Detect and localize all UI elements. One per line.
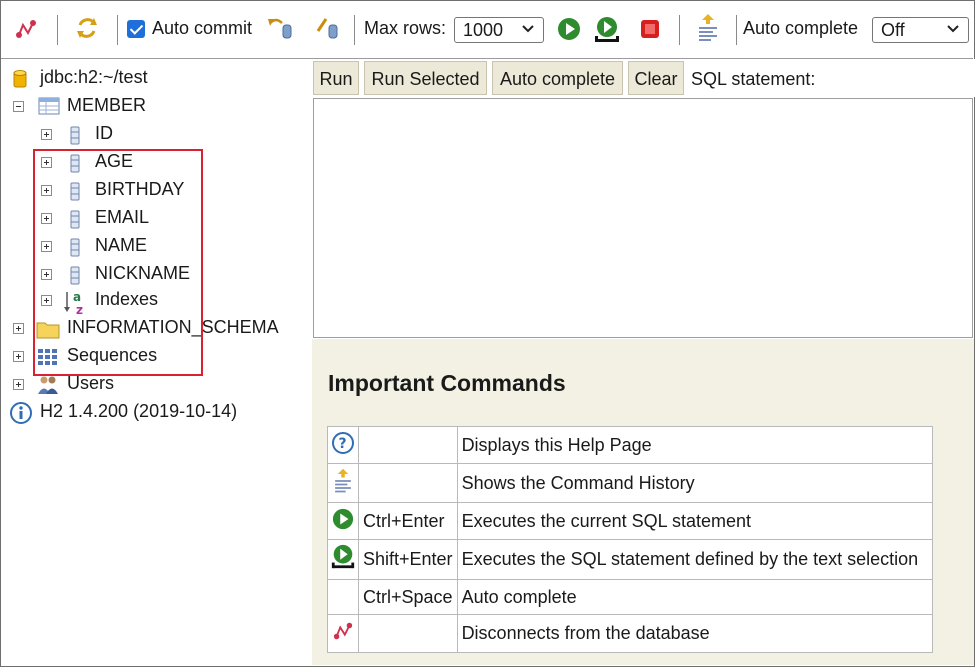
history-icon[interactable] [332, 467, 354, 500]
command-description: Auto complete [456, 579, 933, 615]
run-selected-button[interactable]: Run Selected [364, 61, 487, 95]
command-icon-cell [327, 614, 359, 653]
auto-complete-value: Off [881, 20, 905, 40]
selection-highlight-box [33, 149, 203, 376]
max-rows-value: 1000 [463, 20, 504, 40]
users-label: Users [67, 373, 115, 393]
svg-text:?: ? [339, 436, 347, 452]
command-row: Ctrl+Space Auto complete [327, 579, 933, 615]
command-icon-cell: ? [327, 426, 359, 464]
command-row: ? Displays this Help Page [327, 426, 933, 464]
auto-complete-select[interactable]: Off [872, 17, 969, 43]
run-icon[interactable] [332, 508, 354, 535]
expand-toggle[interactable] [13, 323, 24, 334]
run-selected-icon[interactable] [330, 543, 356, 576]
run-button[interactable]: Run [313, 61, 359, 95]
stop-icon[interactable] [639, 18, 661, 40]
command-description: Executes the current SQL statement [456, 502, 933, 540]
version-label: H2 1.4.200 (2019-10-14) [40, 401, 238, 421]
command-row: Ctrl+Enter Executes the current SQL state… [327, 502, 933, 540]
sql-editor[interactable] [313, 98, 973, 338]
toolbar-separator [354, 15, 355, 45]
chevron-down-icon [522, 25, 534, 33]
auto-complete-label: Auto complete [743, 18, 859, 38]
command-shortcut [358, 426, 458, 464]
command-description: Shows the Command History [456, 463, 933, 503]
command-icon-cell [327, 539, 359, 580]
command-row: Disconnects from the database [327, 614, 933, 653]
collapse-toggle[interactable] [13, 101, 24, 112]
users-icon [38, 376, 58, 394]
expand-toggle[interactable] [13, 379, 24, 390]
chevron-down-icon [947, 25, 959, 33]
tree-connection[interactable]: jdbc:h2:~/test [10, 67, 300, 93]
database-icon [13, 70, 27, 88]
auto-commit-label: Auto commit [152, 18, 253, 38]
rollback-icon[interactable] [266, 15, 294, 41]
help-icon[interactable]: ? [332, 431, 354, 459]
table-label: MEMBER [67, 95, 147, 115]
command-description: Executes the SQL statement defined by th… [456, 539, 933, 580]
command-description: Displays this Help Page [456, 426, 933, 464]
run-icon[interactable] [557, 17, 581, 41]
toolbar-separator [679, 15, 680, 45]
tree-users[interactable]: Users [10, 373, 300, 399]
command-icon-cell [327, 463, 359, 503]
command-row: Shift+Enter Executes the SQL statement de… [327, 539, 933, 580]
commands-table: ? Displays this Help Page Shows the Comman… [327, 426, 933, 653]
tree-table-member[interactable]: MEMBER [10, 95, 300, 121]
command-shortcut: Shift+Enter [358, 539, 458, 580]
command-shortcut [358, 614, 458, 653]
command-shortcut [358, 463, 458, 503]
command-shortcut: Ctrl+Space [358, 579, 458, 615]
disconnect-icon[interactable] [14, 17, 38, 41]
table-icon [38, 97, 60, 115]
connection-label: jdbc:h2:~/test [40, 67, 148, 87]
help-title: Important Commands [328, 370, 566, 396]
toolbar-separator [57, 15, 58, 45]
column-icon [70, 126, 80, 145]
schema-tree: jdbc:h2:~/test MEMBER ID AGE BIRTHDAY EMAIL… [1, 59, 309, 665]
command-shortcut: Ctrl+Enter [358, 502, 458, 540]
tree-version: H2 1.4.200 (2019-10-14) [10, 401, 300, 427]
refresh-icon[interactable] [74, 15, 100, 41]
history-icon[interactable] [696, 12, 720, 44]
max-rows-select[interactable]: 1000 [454, 17, 544, 43]
commit-icon[interactable] [314, 15, 340, 41]
toolbar-separator [117, 15, 118, 45]
sql-statement-label: SQL statement: [691, 69, 816, 89]
info-icon [10, 402, 32, 424]
clear-button[interactable]: Clear [628, 61, 684, 95]
run-selected-icon[interactable] [593, 15, 621, 45]
toolbar-separator [736, 15, 737, 45]
command-row: Shows the Command History [327, 463, 933, 503]
expand-toggle[interactable] [41, 129, 52, 140]
tree-column[interactable]: ID [38, 123, 238, 149]
help-panel: Important Commands ? Displays this Help P… [312, 339, 974, 665]
expand-toggle[interactable] [13, 351, 24, 362]
command-icon-cell [327, 502, 359, 540]
disconnect-icon[interactable] [332, 620, 354, 647]
toolbar: Auto commit Max rows: 1000 Auto complete… [1, 1, 973, 59]
auto-complete-button[interactable]: Auto complete [492, 61, 623, 95]
auto-commit-checkbox[interactable] [127, 20, 145, 38]
max-rows-label: Max rows: [364, 18, 447, 38]
column-label: ID [95, 123, 113, 143]
sql-button-bar: Run Run Selected Auto complete Clear SQL… [311, 59, 975, 97]
command-icon-cell [327, 579, 359, 615]
command-description: Disconnects from the database [456, 614, 933, 653]
